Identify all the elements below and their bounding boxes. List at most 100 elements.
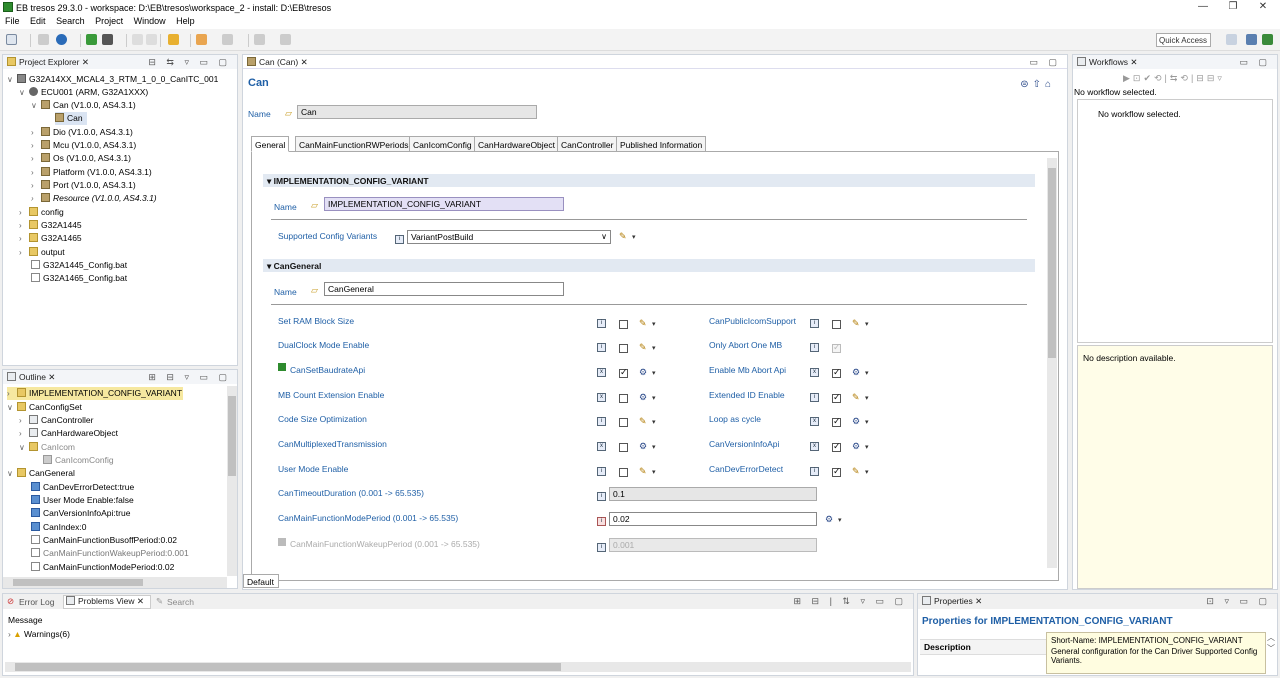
tree-item-project[interactable]: ∨ G32A14XX_MCAL4_3_RTM_1_0_0_CanITC_001 [7, 73, 218, 86]
dropdown-arrow-icon[interactable]: ▾ [652, 344, 656, 352]
tree-item-os[interactable]: › Os (V1.0.0, AS4.3.1) [31, 152, 131, 165]
dropdown-arrow-icon[interactable]: ▾ [652, 468, 656, 476]
tree-item-dio[interactable]: › Dio (V1.0.0, AS4.3.1) [31, 126, 133, 139]
tab-canicomconfig[interactable]: CanIcomConfig [409, 136, 476, 152]
dropdown-arrow-icon[interactable]: ▾ [865, 394, 869, 402]
cog-icon[interactable]: ⚙ [639, 367, 647, 378]
tab-general[interactable]: General [251, 136, 290, 152]
tree-item-g32a1445[interactable]: › G32A1445 [19, 219, 82, 232]
workflow-list[interactable]: No workflow selected. [1077, 99, 1273, 343]
cog-icon[interactable]: ⚙ [852, 441, 860, 452]
dropdown-arrow-icon[interactable]: ▾ [652, 320, 656, 328]
editor-minmax-icon[interactable]: ▭ ▢ [1029, 57, 1061, 68]
outline-item-param[interactable]: CanDevErrorDetect:true [31, 481, 134, 494]
section-cangeneral[interactable]: ▾ CanGeneral [263, 259, 1035, 272]
new-icon[interactable] [6, 34, 17, 45]
perspective-icon[interactable] [1246, 34, 1257, 45]
warnings-row[interactable]: › ▲ Warnings(6) [8, 629, 70, 639]
tooltip-scroll-icon[interactable]: ︿ ﹀ [1267, 632, 1275, 654]
minimize-button[interactable]: — [1188, 1, 1218, 14]
outline-hscrollbar[interactable] [3, 577, 227, 588]
bottom-toolbar-icons[interactable]: ⊞ ⊟ | ⇅ ▿ ▭ ▢ [794, 596, 908, 607]
workflow-toolbar-icons[interactable]: ▶⊡✔⟲|⇆⟲|⊟⊟▿ [1123, 73, 1225, 84]
outline-item-param[interactable]: User Mode Enable:false [31, 494, 134, 507]
param-checkbox[interactable] [619, 344, 628, 353]
tree-item-port[interactable]: › Port (V1.0.0, AS4.3.1) [31, 179, 136, 192]
tab-problems-view[interactable]: Problems View ✕ [63, 595, 151, 609]
section2-name-field[interactable]: CanGeneral [324, 282, 564, 296]
variants-select[interactable]: VariantPostBuild ∨ [407, 230, 611, 244]
mode-period-field[interactable]: 0.02 [609, 512, 817, 526]
tab-error-log[interactable]: Error Log [19, 597, 54, 607]
dropdown-arrow-icon[interactable]: ▾ [865, 443, 869, 451]
param-checkbox[interactable] [832, 392, 841, 403]
outline-item-param[interactable]: CanMainFunctionModePeriod:0.02 [31, 561, 174, 574]
param-checkbox[interactable] [619, 320, 628, 329]
wizard-icon[interactable] [168, 34, 179, 45]
editor-tab[interactable]: Can (Can) [259, 57, 298, 67]
menu-edit[interactable]: Edit [30, 16, 46, 26]
properties-minmax-icon[interactable]: ⊡ ▿ ▭ ▢ [1206, 596, 1271, 607]
tab-search[interactable]: Search [167, 597, 194, 607]
enable-icon[interactable] [278, 363, 286, 371]
param-checkbox[interactable] [832, 342, 841, 353]
default-tab[interactable]: Default [243, 574, 279, 588]
outline-item-param[interactable]: CanMainFunctionBusoffPeriod:0.02 [31, 534, 177, 547]
back-arrow-icon[interactable] [132, 34, 143, 45]
dropdown-arrow-icon[interactable]: ▾ [865, 320, 869, 328]
outline-item-impl-variant[interactable]: › IMPLEMENTATION_CONFIG_VARIANT [7, 387, 183, 400]
tree-item-resource[interactable]: › Resource (V1.0.0, AS4.3.1) [31, 192, 157, 205]
tree-item-ecu[interactable]: ∨ ECU001 (ARM, G32A1XXX) [19, 86, 148, 99]
outline-item-canhardwareobject[interactable]: › CanHardwareObject [19, 427, 118, 440]
param-checkbox[interactable] [619, 418, 628, 427]
outline-item-cancontroller[interactable]: › CanController [19, 414, 93, 427]
edit-pencil-icon[interactable]: ✎ [639, 342, 647, 353]
param-checkbox[interactable] [619, 394, 628, 403]
dropdown-arrow-icon[interactable]: ▾ [865, 418, 869, 426]
outline-title[interactable]: Outline [19, 372, 46, 382]
editor-nav-icons[interactable]: ⊜⇧⌂ [1020, 79, 1055, 90]
tree-item-bat-1465[interactable]: G32A1465_Config.bat [31, 272, 127, 285]
tree-item-config-folder[interactable]: › config [19, 206, 64, 219]
tree-item-output[interactable]: › output [19, 246, 65, 259]
edit-pencil-icon[interactable]: ✎ [639, 416, 647, 427]
tresos-perspective-icon[interactable] [1262, 34, 1273, 45]
wakeup-field[interactable]: 0.001 [609, 538, 817, 552]
edit-pencil-icon[interactable]: ✎ [852, 466, 860, 477]
menu-project[interactable]: Project [95, 16, 123, 26]
param-checkbox[interactable] [832, 466, 841, 477]
tab-canhardwareobject[interactable]: CanHardwareObject [474, 136, 560, 152]
param-checkbox[interactable] [832, 441, 841, 452]
tab-canmainfunctionrwperiods[interactable]: CanMainFunctionRWPeriods [295, 136, 413, 152]
dropdown-arrow-icon[interactable]: ▾ [652, 443, 656, 451]
cog-icon[interactable]: ⚙ [639, 441, 647, 452]
name-field[interactable]: Can [297, 105, 537, 119]
cog-icon[interactable]: ⚙ [639, 392, 647, 403]
cog-icon[interactable]: ⚙ [852, 367, 860, 378]
tree-item-bat-1445[interactable]: G32A1445_Config.bat [31, 259, 127, 272]
menu-search[interactable]: Search [56, 16, 85, 26]
dropdown-arrow-icon[interactable]: ▾ [652, 369, 656, 377]
verify-icon[interactable] [102, 34, 113, 45]
editor-vscrollbar[interactable] [1047, 158, 1057, 568]
param-checkbox[interactable] [619, 443, 628, 452]
bottom-hscrollbar[interactable] [5, 662, 911, 672]
quick-access-input[interactable]: Quick Access [1156, 33, 1211, 47]
next-edit-icon[interactable] [280, 34, 291, 45]
outline-item-canicom[interactable]: ∨ CanIcom [19, 441, 75, 454]
dropdown-arrow-icon[interactable]: ▾ [865, 369, 869, 377]
save-icon[interactable] [38, 34, 49, 45]
dropdown-arrow-icon[interactable]: ▾ [838, 516, 842, 524]
dropdown-arrow-icon[interactable]: ▾ [865, 468, 869, 476]
edit-pencil-icon[interactable]: ✎ [619, 231, 627, 242]
section-impl-variant[interactable]: ▾ IMPLEMENTATION_CONFIG_VARIANT [263, 174, 1035, 187]
cog-icon[interactable]: ⚙ [852, 416, 860, 427]
nav-back-icon[interactable] [196, 34, 207, 45]
message-column-header[interactable]: Message [8, 615, 43, 625]
section1-name-field[interactable]: IMPLEMENTATION_CONFIG_VARIANT [324, 197, 564, 211]
tree-item-can-config[interactable]: Can [55, 112, 87, 125]
disabled-icon[interactable] [278, 538, 286, 546]
outline-item-canconfigset[interactable]: ∨ CanConfigSet [7, 401, 82, 414]
menu-help[interactable]: Help [176, 16, 195, 26]
forward-arrow-icon[interactable] [146, 34, 157, 45]
